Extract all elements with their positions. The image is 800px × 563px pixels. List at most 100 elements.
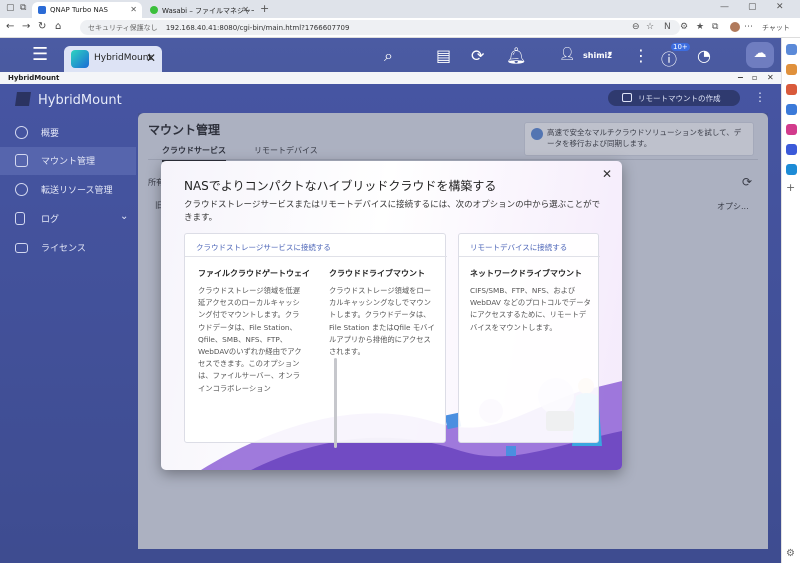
window-menu-icon[interactable]: ▢ [6,3,15,13]
more-icon[interactable]: ⋯ [744,22,753,32]
notification-bell-icon[interactable]: 🔔︎ [506,46,526,65]
card-divider [185,256,447,257]
option-title-network-drive-mount: ネットワークドライブマウント [470,269,582,278]
sidebar-item-logs[interactable]: ログ ⌄ [0,205,136,233]
shopping-icon[interactable] [786,64,797,75]
background-tasks-icon[interactable]: ▤ [436,46,451,65]
hybridmount-logo-icon [71,50,89,68]
id-card-icon [15,243,28,253]
close-app-tab-icon[interactable]: ✕ [146,51,156,65]
sidebar-settings-icon[interactable]: ⚙ [786,548,797,559]
sidebar-item-label: ライセンス [41,244,86,254]
window-restore-icon[interactable]: ▫ [752,73,757,82]
copilot-button[interactable]: チャット [762,23,790,33]
window-title: HybridMount [8,74,60,82]
chevron-down-icon[interactable]: ⌄ [120,211,128,222]
favorites-icon[interactable]: ★ [696,22,704,32]
url-field[interactable]: セキュリティ保護なし 192.168.40.41:8080/cgi-bin/ma… [80,20,680,35]
app-tab-hybridmount[interactable]: HybridMount ✕ [64,46,162,72]
security-warning[interactable]: セキュリティ保護なし [88,24,158,32]
sidebar-item-mount-management[interactable]: マウント管理 [0,147,136,175]
gear-icon [15,183,28,196]
wasabi-favicon [150,6,158,14]
close-window-icon[interactable]: ✕ [776,2,784,12]
profile-avatar[interactable] [730,22,740,32]
search-icon[interactable]: ⌕ [384,46,393,66]
window-close-icon[interactable]: ✕ [767,73,774,82]
sidebar-item-transfer-resources[interactable]: 転送リソース管理 [0,176,136,204]
games-icon[interactable] [786,104,797,115]
close-tab-icon[interactable]: ✕ [242,5,249,14]
sidebar-item-license[interactable]: ライセンス [0,234,136,262]
card-header: リモートデバイスに接続する [470,243,568,252]
create-remote-mount-label: リモートマウントの作成 [638,94,721,103]
option-description-network-drive-mount: CIFS/SMB、FTP、NFS、およびWebDAV などのプロトコルでデータに… [470,286,591,332]
user-avatar-icon[interactable]: 👤︎ [559,47,576,62]
document-icon [15,212,25,225]
option-title-cloud-drive-mount: クラウドドライブマウント [329,269,425,278]
display-icon [15,154,28,167]
back-icon[interactable]: ← [6,21,14,32]
search-sidebar-icon[interactable] [786,44,797,55]
tab-actions-icon[interactable]: ⧉ [20,3,26,13]
gauge-icon [15,126,28,139]
qnap-favicon [38,6,46,14]
browser-tab-bar: ▢ ⧉ QNAP Turbo NAS ✕ Wasabi – ファイルマネジャー … [0,0,800,18]
browser-address-bar: ← → ↻ ⌂ セキュリティ保護なし 192.168.40.41:8080/cg… [0,18,800,38]
getting-started-modal: NASでよりコンパクトなハイブリッドクラウドを構築する ✕ クラウドストレージサ… [161,161,622,470]
minimize-window-icon[interactable]: — [720,2,729,12]
option-description-file-cloud-gateway: クラウドストレージ領域を低遅延アクセスのローカルキャッシング付でマウントします。… [198,286,302,393]
option-title-file-cloud-gateway: ファイルクラウドゲートウェイ [198,269,310,278]
tools-icon[interactable] [786,84,797,95]
options-kebab-icon[interactable]: ⋮ [633,46,649,65]
add-sidebar-icon[interactable]: + [786,181,797,194]
hamburger-menu-icon[interactable]: ☰ [32,44,48,65]
remote-device-card: リモートデバイスに接続する ネットワークドライブマウント CIFS/SMB、FT… [458,233,600,443]
forward-icon[interactable]: → [22,21,30,32]
zoom-icon[interactable]: ⊖ [632,22,640,32]
new-tab-icon[interactable]: + [260,2,269,15]
extensions-icon[interactable]: ⚙ [680,22,688,32]
user-dropdown-chevron-icon[interactable]: ▾ [608,49,612,58]
notification-count-badge: 10+ [671,43,690,51]
qnap-top-bar: ☰ HybridMount ✕ ⌕ ▤ ⟳ 🔔︎ 👤︎ shimiz ▾ ⋮ ⓘ… [0,38,781,72]
sidebar-item-label: 概要 [41,129,60,139]
sync-icon[interactable]: ⟳ [471,46,484,65]
close-tab-icon[interactable]: ✕ [130,5,137,14]
option-description-cloud-drive-mount: クラウドストレージ領域をローカルキャッシングなしでマウントします。クラウドデータ… [329,286,435,357]
hybridmount-mono-icon [15,92,31,106]
extension-n-icon[interactable]: N [664,22,671,32]
favorite-star-icon[interactable]: ☆ [646,22,654,32]
sidebar-item-label: マウント管理 [41,157,96,167]
sidebar-item-label: 転送リソース管理 [41,186,113,196]
maximize-window-icon[interactable]: ▢ [748,2,757,12]
resource-monitor-icon[interactable]: ◔ [697,46,711,65]
office-icon[interactable] [786,124,797,135]
url-text: 192.168.40.41:8080/cgi-bin/main.html?176… [165,24,350,32]
remote-mount-icon [622,93,632,102]
window-minimize-icon[interactable]: − [737,73,744,82]
card-divider [459,256,600,257]
sidebar-item-label: ログ [41,215,60,225]
myqnapcloud-icon[interactable]: ☁ [746,42,774,68]
reload-icon[interactable]: ↻ [38,21,46,32]
create-remote-mount-button[interactable]: リモートマウントの作成 [608,90,740,106]
tab-title: Wasabi – ファイルマネジャー [162,7,254,15]
app-title: HybridMount [15,92,122,108]
home-icon[interactable]: ⌂ [55,21,61,32]
app-window-bar: HybridMount − ▫ ✕ [0,72,781,84]
app-tab-label: HybridMount [94,53,152,63]
modal-title: NASでよりコンパクトなハイブリッドクラウドを構築する [184,179,497,193]
close-modal-icon[interactable]: ✕ [602,167,612,181]
sidebar-item-overview[interactable]: 概要 [0,119,136,147]
browser-tab-wasabi[interactable]: Wasabi – ファイルマネジャー ✕ [144,2,254,18]
app-more-icon[interactable]: ⋮ [754,90,766,104]
tab-title: QNAP Turbo NAS [50,6,108,14]
bing-icon[interactable] [786,164,797,175]
browser-tab-qnap[interactable]: QNAP Turbo NAS ✕ [32,2,142,18]
card-header: クラウドストレージサービスに接続する [196,243,331,252]
app-title-text: HybridMount [38,93,122,108]
collections-icon[interactable]: ⧉ [712,22,718,32]
outlook-icon[interactable] [786,144,797,155]
cloud-storage-card: クラウドストレージサービスに接続する ファイルクラウドゲートウェイ クラウドスト… [184,233,447,448]
